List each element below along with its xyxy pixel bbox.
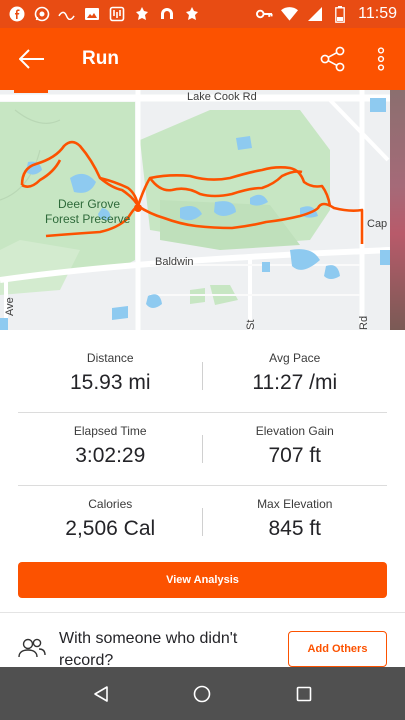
stat-value: 11:27 /mi (252, 371, 338, 394)
stat-max-elevation: Max Elevation 845 ft (203, 486, 388, 559)
stat-label: Calories (88, 497, 133, 511)
route-map[interactable]: Lake Cook Rd Deer Grove Forest Preserve … (0, 90, 390, 330)
battery-icon (331, 5, 348, 23)
stat-row: Calories 2,506 Cal Max Elevation 845 ft (18, 486, 387, 559)
lake (146, 294, 162, 308)
pond (236, 136, 252, 150)
stat-label: Avg Pace (269, 351, 321, 365)
route-start-marker (134, 204, 142, 212)
facebook-icon (8, 6, 25, 23)
back-triangle-icon (94, 685, 108, 702)
status-notifications (8, 6, 200, 23)
stat-value: 845 ft (268, 517, 322, 540)
page-title: Run (82, 48, 119, 69)
stat-value: 707 ft (268, 444, 322, 467)
map-label-cap: Cap (367, 218, 388, 230)
stat-elevation-gain: Elevation Gain 707 ft (203, 413, 388, 485)
pond (262, 262, 270, 272)
stat-calories: Calories 2,506 Cal (18, 486, 203, 559)
divider (202, 362, 203, 390)
map-label-st: St (245, 319, 257, 330)
whatsapp-icon (33, 6, 50, 23)
stat-row: Distance 15.93 mi Avg Pace 11:27 /mi (18, 340, 387, 413)
route-endpoint-marker (14, 90, 48, 93)
map-label-ave: Ave (4, 297, 16, 316)
share-button[interactable] (309, 28, 357, 90)
key-icon (256, 6, 273, 23)
recents-square-icon (296, 686, 312, 701)
divider (202, 508, 203, 536)
status-time: 11:59 (358, 5, 397, 22)
park-area (0, 240, 80, 295)
nav-home-button[interactable] (178, 670, 226, 718)
divider (202, 435, 203, 463)
add-others-section: With someone who didn't record? Add Othe… (0, 613, 405, 667)
stat-value: 2,506 Cal (65, 517, 156, 540)
app-icon (133, 6, 150, 23)
add-others-prompt: With someone who didn't record? (59, 630, 238, 667)
photo-strip[interactable] (390, 90, 405, 330)
nav-recents-button[interactable] (280, 670, 328, 718)
stat-label: Max Elevation (257, 497, 333, 511)
map-label-rd: Rd (358, 315, 370, 330)
arrow-left-icon (19, 49, 44, 69)
share-icon (320, 46, 345, 72)
more-vertical-icon (377, 47, 385, 71)
stat-label: Distance (86, 351, 134, 365)
stat-avg-pace: Avg Pace 11:27 /mi (203, 340, 388, 412)
map-label-deer-grove: Deer Grove (58, 197, 121, 211)
signal-icon (306, 6, 323, 23)
app-bar: Run (0, 28, 405, 90)
app-actions (309, 28, 405, 90)
wifi-icon (281, 6, 299, 23)
pond (380, 250, 390, 265)
nav-back-button[interactable] (77, 670, 125, 718)
home-circle-icon (194, 685, 211, 702)
status-bar: 11:59 (0, 0, 405, 28)
pond (112, 306, 128, 320)
status-system: 11:59 (256, 5, 397, 23)
pond (0, 318, 8, 330)
app-icon (183, 6, 200, 23)
stat-label: Elevation Gain (255, 424, 334, 438)
stat-value: 15.93 mi (69, 371, 151, 394)
app-icon (108, 6, 125, 23)
view-analysis-button[interactable]: View Analysis (18, 562, 387, 598)
map-label-lake-cook: Lake Cook Rd (187, 91, 257, 103)
stat-label: Elapsed Time (73, 424, 147, 438)
more-options-button[interactable] (357, 28, 405, 90)
pond (370, 98, 386, 112)
back-button[interactable] (2, 28, 62, 90)
people-icon (18, 638, 46, 658)
image-icon (83, 6, 100, 23)
stat-elapsed-time: Elapsed Time 3:02:29 (18, 413, 203, 485)
stat-row: Elapsed Time 3:02:29 Elevation Gain 707 … (18, 413, 387, 486)
map-label-baldwin: Baldwin (155, 256, 194, 268)
arch-icon (158, 6, 175, 23)
map-label-forest-preserve: Forest Preserve (45, 212, 131, 226)
activity-stats: Distance 15.93 mi Avg Pace 11:27 /mi Ela… (18, 340, 387, 559)
wave-icon (58, 6, 75, 23)
add-others-button[interactable]: Add Others (288, 631, 387, 667)
stat-distance: Distance 15.93 mi (18, 340, 203, 412)
stat-value: 3:02:29 (75, 444, 146, 467)
lake (324, 265, 340, 279)
system-nav-bar (0, 667, 405, 720)
